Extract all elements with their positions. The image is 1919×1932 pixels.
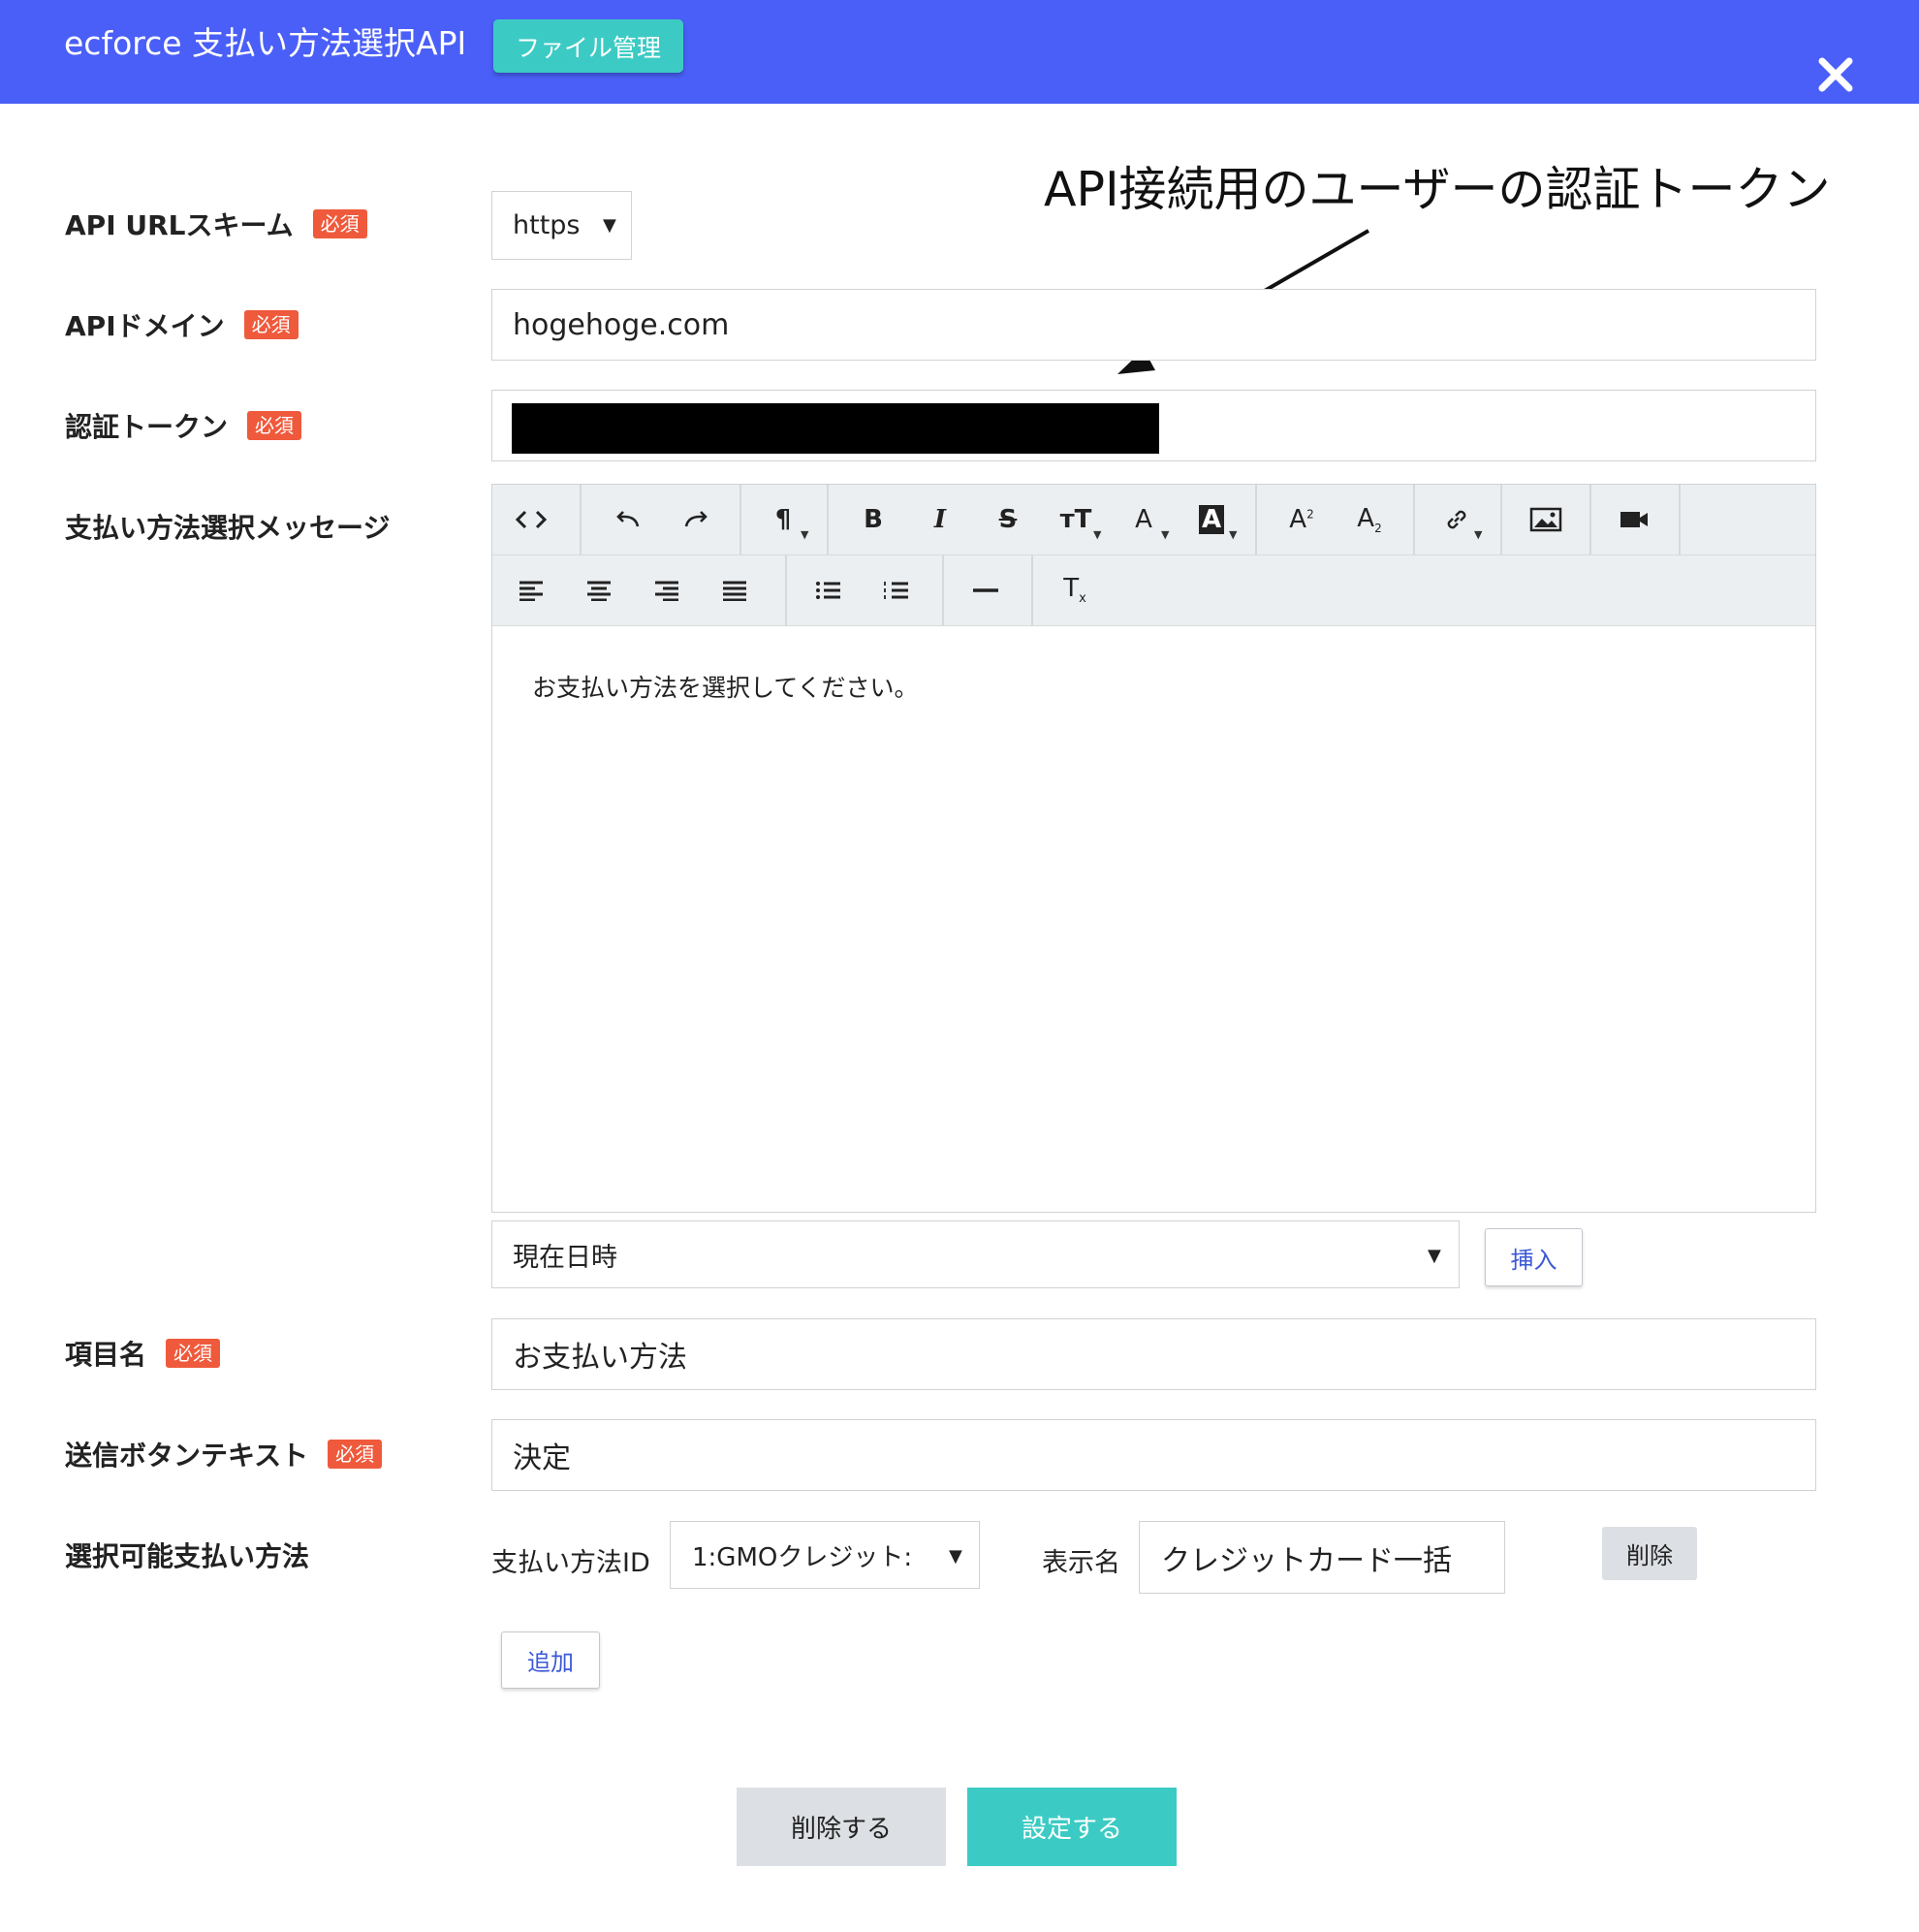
undo-icon[interactable] bbox=[594, 485, 662, 554]
payment-id-label: 支払い方法ID bbox=[491, 1548, 650, 1578]
chevron-down-icon: ▼ bbox=[1229, 528, 1238, 541]
redaction-block bbox=[512, 403, 1159, 454]
domain-label: APIドメイン 必須 bbox=[65, 305, 299, 344]
message-label: 支払い方法選択メッセージ bbox=[65, 512, 391, 544]
background-color-icon[interactable]: A bbox=[1178, 485, 1245, 554]
chevron-down-icon: ▼ bbox=[1428, 1246, 1441, 1266]
chevron-down-icon: ▼ bbox=[801, 528, 809, 541]
chevron-down-icon: ▼ bbox=[1093, 528, 1102, 541]
required-badge: 必須 bbox=[312, 209, 367, 238]
code-view-icon[interactable] bbox=[497, 485, 565, 554]
numbered-list-icon[interactable] bbox=[863, 555, 930, 625]
editor-toolbar-row-1: ¶ ▼ B I S тT ▼ A ▼ A ▼ A2 A2 ▼ bbox=[492, 485, 1815, 555]
remove-payment-button[interactable]: 削除 bbox=[1602, 1527, 1697, 1580]
required-badge: 必須 bbox=[247, 411, 302, 440]
close-icon[interactable] bbox=[1814, 53, 1857, 96]
bold-icon[interactable]: B bbox=[839, 485, 907, 554]
required-badge: 必須 bbox=[243, 310, 299, 339]
domain-input[interactable]: hogehoge.com bbox=[491, 289, 1816, 361]
scheme-label: API URLスキーム 必須 bbox=[65, 205, 367, 243]
paragraph-icon[interactable]: ¶ bbox=[749, 485, 817, 554]
horizontal-rule-icon[interactable] bbox=[952, 555, 1020, 625]
submit-text-label: 送信ボタンテキスト 必須 bbox=[65, 1435, 383, 1473]
chevron-down-icon: ▼ bbox=[1474, 528, 1483, 541]
redo-icon[interactable] bbox=[662, 485, 730, 554]
token-input[interactable] bbox=[491, 390, 1816, 461]
display-name-input[interactable]: クレジットカード一括 bbox=[1139, 1521, 1505, 1594]
italic-icon[interactable]: I bbox=[906, 485, 974, 554]
superscript-icon[interactable]: A2 bbox=[1268, 485, 1336, 554]
required-badge: 必須 bbox=[328, 1440, 383, 1469]
item-name-input[interactable]: お支払い方法 bbox=[491, 1318, 1816, 1390]
chevron-down-icon: ▼ bbox=[1161, 528, 1170, 541]
token-label: 認証トークン 必須 bbox=[65, 406, 302, 445]
subscript-icon[interactable]: A2 bbox=[1336, 485, 1403, 554]
file-management-button[interactable]: ファイル管理 bbox=[493, 19, 683, 73]
submit-text-input[interactable]: 決定 bbox=[491, 1419, 1816, 1491]
variable-select[interactable]: 現在日時 ▼ bbox=[491, 1220, 1460, 1288]
align-right-icon[interactable] bbox=[633, 555, 701, 625]
payment-methods-label: 選択可能支払い方法 bbox=[65, 1540, 310, 1572]
app-header: ecforce 支払い方法選択API ファイル管理 bbox=[0, 0, 1919, 104]
item-name-label: 項目名 必須 bbox=[65, 1334, 221, 1373]
strikethrough-icon[interactable]: S bbox=[974, 485, 1042, 554]
bullet-list-icon[interactable] bbox=[795, 555, 863, 625]
app-title: ecforce 支払い方法選択API bbox=[64, 24, 467, 62]
submit-button[interactable]: 設定する bbox=[967, 1788, 1177, 1866]
annotation-text: API接続用のユーザーの認証トークン bbox=[1044, 162, 1831, 217]
add-payment-button[interactable]: 追加 bbox=[501, 1631, 600, 1689]
video-icon[interactable] bbox=[1600, 485, 1668, 554]
align-left-icon[interactable] bbox=[497, 555, 565, 625]
scheme-select[interactable]: https ▼ bbox=[491, 191, 632, 260]
chevron-down-icon: ▼ bbox=[949, 1546, 962, 1567]
message-editor: ¶ ▼ B I S тT ▼ A ▼ A ▼ A2 A2 ▼ Tx お支払い方法… bbox=[491, 484, 1816, 1213]
payment-id-select[interactable]: 1:GMOクレジット: ▼ bbox=[670, 1521, 980, 1589]
chevron-down-icon: ▼ bbox=[603, 215, 616, 236]
clear-format-icon[interactable]: Tx bbox=[1041, 555, 1109, 625]
delete-button[interactable]: 削除する bbox=[737, 1788, 946, 1866]
font-color-icon[interactable]: A bbox=[1110, 485, 1178, 554]
font-size-icon[interactable]: тT bbox=[1042, 485, 1110, 554]
required-badge: 必須 bbox=[166, 1339, 221, 1368]
image-icon[interactable] bbox=[1512, 485, 1580, 554]
display-name-label: 表示名 bbox=[1042, 1548, 1120, 1578]
insert-button[interactable]: 挿入 bbox=[1485, 1228, 1583, 1286]
align-center-icon[interactable] bbox=[565, 555, 633, 625]
editor-toolbar-row-2: Tx bbox=[492, 555, 1815, 626]
align-justify-icon[interactable] bbox=[701, 555, 769, 625]
editor-content[interactable]: お支払い方法を選択してください。 bbox=[532, 669, 919, 704]
link-icon[interactable] bbox=[1423, 485, 1491, 554]
